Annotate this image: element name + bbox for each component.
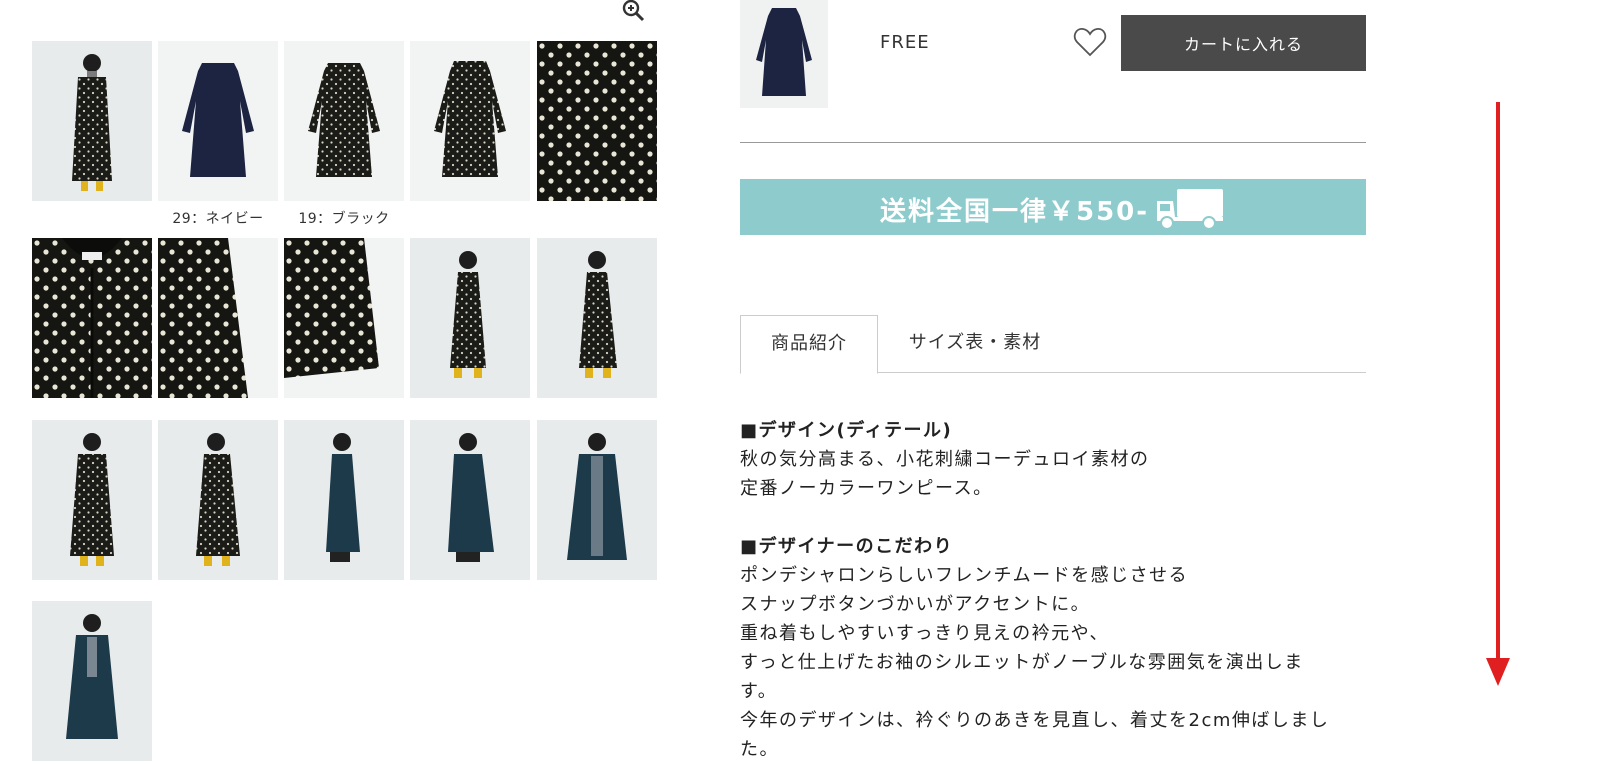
tab-size-material[interactable]: サイズ表・素材 [890,315,1060,374]
product-thumbnail-fabric[interactable] [537,41,657,201]
product-thumbnail-model-walk[interactable] [537,238,657,398]
product-thumbnail-navy-side[interactable] [284,420,404,580]
product-description: ■デザイン(ディテール) 秋の気分高まる、小花刺繍コーデュロイ素材の 定番ノーカ… [740,416,1366,764]
product-thumbnail-navy-front[interactable] [32,601,152,761]
color-caption-navy: 29：ネイビー [172,211,264,227]
product-page: 29：ネイビー 19：ブラック FREE カートに入れる 送料全国一律￥550-… [0,0,1606,772]
scroll-down-arrow-icon [1486,100,1510,690]
shipping-banner: 送料全国一律￥550- [740,179,1366,235]
product-thumbnail-model-front[interactable] [32,41,152,201]
description-text: 重ね着もしやすいすっきり見えの衿元や、 [740,623,1110,644]
product-thumbnail-navy-coat[interactable] [537,420,657,580]
description-text: すっと仕上げたお袖のシルエットがノーブルな雰囲気を演出しま [740,652,1304,673]
product-thumbnail-navy-back[interactable] [410,420,530,580]
selected-variant-image[interactable] [740,0,828,108]
product-thumbnail-navy-flat[interactable] [158,41,278,201]
description-text: 定番ノーカラーワンピース。 [740,478,993,499]
description-text: 秋の気分高まる、小花刺繍コーデュロイ素材の [740,449,1150,470]
add-to-cart-button[interactable]: カートに入れる [1121,15,1366,71]
description-text: 今年のデザインは、衿ぐりのあきを見直し、着丈を2cm伸ばしまし [740,710,1330,731]
product-thumbnail-black-flat[interactable] [284,41,404,201]
shipping-banner-text: 送料全国一律￥550- [880,197,1150,227]
color-caption-black: 19：ブラック [298,211,390,227]
description-text: す。 [740,681,778,702]
product-thumbnail-black-back[interactable] [410,41,530,201]
product-thumbnail-pocket-detail[interactable] [158,238,278,398]
description-tabs: 商品紹介 サイズ表・素材 [740,315,1366,374]
product-thumbnail-model-pose[interactable] [158,420,278,580]
tab-product-intro[interactable]: 商品紹介 [740,315,878,374]
description-heading-designer: ■デザイナーのこだわり [740,536,954,557]
product-thumbnail-hem-detail[interactable] [284,238,404,398]
description-text: た。 [740,739,779,760]
divider [740,142,1366,143]
description-heading-design: ■デザイン(ディテール) [740,420,953,441]
description-text: ポンデシャロンらしいフレンチムードを感じさせる [740,565,1189,586]
description-text: スナップボタンづかいがアクセントに。 [740,594,1091,615]
product-thumbnail-model-side[interactable] [410,238,530,398]
heart-icon[interactable] [1073,26,1107,58]
zoom-icon[interactable] [620,0,648,24]
truck-icon [1155,187,1225,231]
product-thumbnail-collar-detail[interactable] [32,238,152,398]
product-thumbnail-model-open[interactable] [32,420,152,580]
size-label: FREE [880,32,930,53]
